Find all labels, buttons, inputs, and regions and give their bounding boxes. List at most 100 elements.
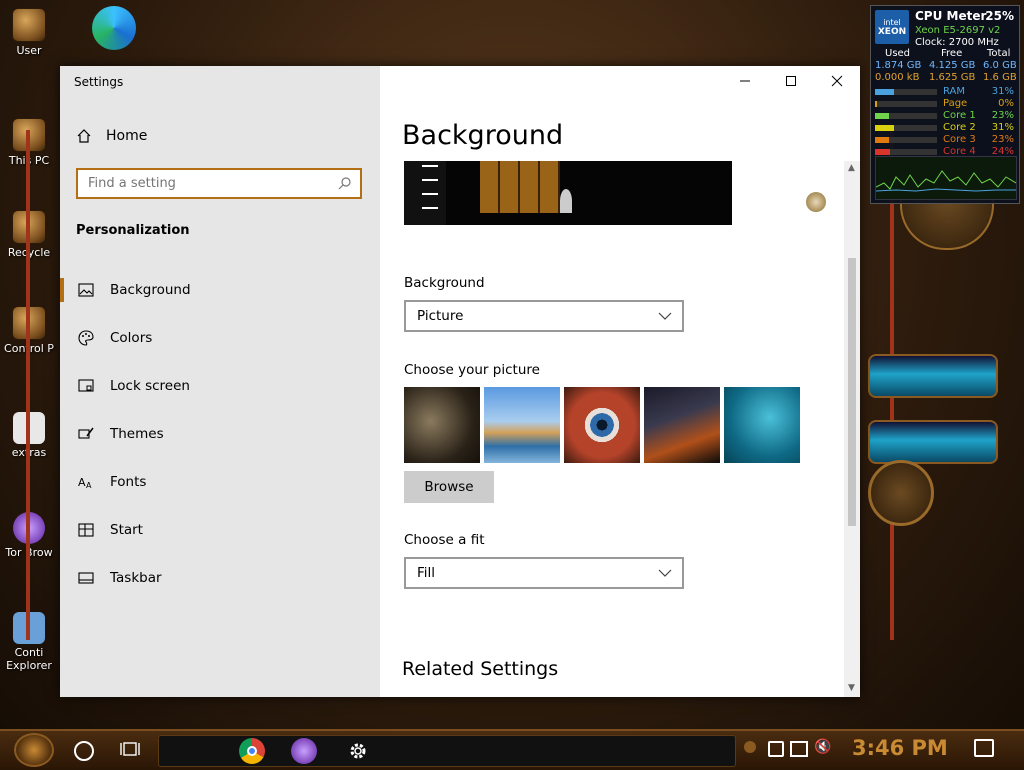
home-icon — [77, 129, 91, 143]
cpu-meter-bar — [875, 137, 937, 143]
picture-thumbnail[interactable] — [564, 387, 640, 463]
nav-list: Background Colors Lock screen Themes AA … — [60, 266, 380, 602]
nav-item-taskbar[interactable]: Taskbar — [60, 554, 380, 602]
cpu-meter-bar-fill — [875, 101, 877, 107]
desktop-icon-label: User — [16, 44, 42, 57]
taskbar-clock[interactable]: 3:46 PM — [852, 736, 948, 760]
nav-item-start[interactable]: Start — [60, 506, 380, 554]
cpu-meter-bar-fill — [875, 125, 894, 131]
scroll-up-icon[interactable]: ▲ — [848, 163, 855, 173]
page-row-total: 1.6 GB — [983, 72, 1017, 83]
picture-thumbnail[interactable] — [404, 387, 480, 463]
intel-xeon-logo: intel XEON — [875, 10, 909, 44]
start-button[interactable] — [14, 733, 54, 767]
chevron-down-icon — [658, 569, 672, 577]
nav-item-fonts[interactable]: AA Fonts — [60, 458, 380, 506]
nav-item-themes[interactable]: Themes — [60, 410, 380, 458]
cpu-meter-name: Page — [943, 98, 968, 109]
cpu-name: Xeon E5-2697 v2 — [915, 25, 1001, 36]
chrome-icon[interactable] — [239, 738, 265, 764]
nav-item-label: Colors — [110, 330, 153, 346]
scroll-down-icon[interactable]: ▼ — [848, 683, 855, 693]
cpu-meter-value: 23% — [991, 134, 1014, 145]
nav-item-background[interactable]: Background — [60, 266, 380, 314]
content-scrollbar[interactable]: ▲ ▼ — [844, 161, 860, 697]
cpu-meter-bar-fill — [875, 89, 894, 95]
fit-dropdown-value: Fill — [417, 565, 436, 581]
nav-item-colors[interactable]: Colors — [60, 314, 380, 362]
meet-now-icon[interactable] — [768, 741, 784, 757]
brush-icon — [78, 427, 94, 439]
nav-item-label: Taskbar — [110, 570, 162, 586]
cpu-meter-name: Core 1 — [943, 110, 976, 121]
close-icon — [831, 75, 843, 87]
task-view-button[interactable] — [120, 739, 140, 763]
show-hidden-icons[interactable] — [744, 741, 756, 753]
cpu-meter-gadget: intel XEON CPU Meter 25% Xeon E5-2697 v2 … — [870, 5, 1020, 204]
cpu-meter-value: 23% — [991, 110, 1014, 121]
choose-fit-label: Choose a fit — [404, 532, 485, 548]
taskbar: 🔇 3:46 PM — [0, 729, 1024, 770]
user-icon — [12, 8, 46, 42]
nav-item-label: Themes — [110, 426, 164, 442]
cortana-button[interactable] — [74, 741, 94, 761]
scrollbar-thumb[interactable] — [848, 258, 856, 526]
nav-item-lock-screen[interactable]: Lock screen — [60, 362, 380, 410]
cpu-header-free: Free — [941, 48, 963, 59]
background-label: Background — [404, 275, 485, 291]
mem-row-free: 4.125 GB — [929, 60, 976, 71]
mem-row-total: 6.0 GB — [983, 60, 1017, 71]
decor-tube — [868, 420, 998, 464]
background-dropdown-value: Picture — [417, 308, 464, 324]
svg-text:A: A — [86, 481, 92, 490]
picture-thumbnail[interactable] — [484, 387, 560, 463]
cpu-meter-name: Core 2 — [943, 122, 976, 133]
network-icon[interactable] — [790, 741, 808, 757]
task-view-icon — [120, 742, 140, 756]
palette-icon — [78, 330, 94, 346]
background-dropdown[interactable]: Picture — [404, 300, 684, 332]
notifications-icon[interactable] — [974, 739, 994, 757]
fit-dropdown[interactable]: Fill — [404, 557, 684, 589]
settings-content-pane: Background Background Picture Choose you… — [380, 66, 860, 697]
picture-thumbnail[interactable] — [724, 387, 800, 463]
taskbar-app-strip — [158, 735, 736, 767]
desktop-icon-label: Conti Explorer — [6, 646, 52, 672]
chevron-down-icon — [658, 312, 672, 320]
maximize-button[interactable] — [768, 66, 814, 96]
background-preview — [404, 161, 732, 225]
edge-desktop-icon[interactable] — [92, 6, 136, 50]
related-settings-title: Related Settings — [402, 658, 559, 680]
cpu-meter-bar — [875, 101, 937, 107]
search-input[interactable] — [78, 170, 328, 197]
minimize-icon — [740, 80, 750, 82]
cpu-meter-percent: 25% — [985, 9, 1014, 23]
settings-nav-pane: Settings Home Personalization Background… — [60, 66, 380, 697]
minimize-button[interactable] — [722, 66, 768, 96]
close-button[interactable] — [814, 66, 860, 96]
volume-muted-icon[interactable]: 🔇 — [814, 739, 831, 755]
cpu-meter-bar — [875, 149, 937, 155]
page-row-used: 0.000 kB — [875, 72, 920, 83]
settings-gear-icon[interactable] — [345, 738, 371, 764]
nav-item-label: Lock screen — [110, 378, 190, 394]
cpu-meter-value: 31% — [991, 86, 1014, 97]
cpu-meter-bar-fill — [875, 113, 889, 119]
tor-browser-taskbar-icon[interactable] — [291, 738, 317, 764]
image-icon — [78, 283, 94, 297]
nav-home-label: Home — [106, 128, 148, 144]
settings-window: Settings Home Personalization Background… — [60, 66, 860, 697]
search-box — [76, 168, 362, 199]
window-title: Settings — [74, 75, 124, 89]
cpu-header-total: Total — [987, 48, 1011, 59]
picture-thumbnail[interactable] — [644, 387, 720, 463]
cpu-meter-name: Core 3 — [943, 134, 976, 145]
decor-tube — [868, 354, 998, 398]
cpu-meter-bar-fill — [875, 137, 889, 143]
nav-home[interactable]: Home — [76, 128, 147, 144]
cpu-meter-value: 0% — [998, 98, 1014, 109]
desktop-icon-user[interactable]: User — [0, 8, 58, 57]
nav-section-label: Personalization — [76, 223, 190, 238]
browse-button[interactable]: Browse — [404, 471, 494, 503]
search-icon[interactable] — [338, 176, 352, 190]
